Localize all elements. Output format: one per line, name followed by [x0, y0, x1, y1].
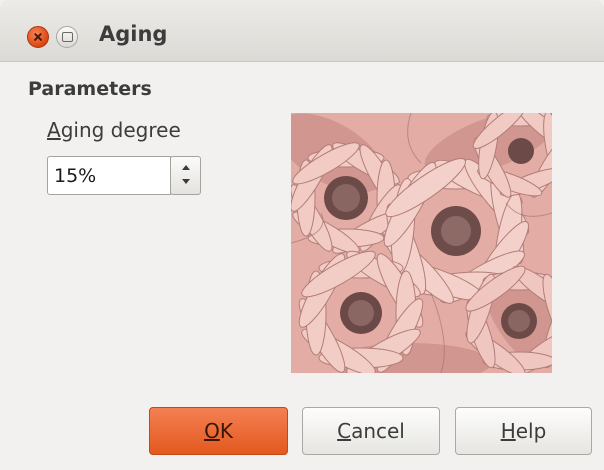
window-title: Aging [99, 22, 168, 46]
ok-mnemonic: O [204, 419, 220, 443]
maximize-window-icon[interactable] [56, 26, 78, 48]
aging-dialog: Aging Parameters Aging degree 15% O K C … [0, 0, 604, 470]
parameters-heading: Parameters [28, 78, 152, 100]
cancel-label: ancel [351, 419, 405, 443]
help-button[interactable]: Help [455, 407, 592, 455]
title-bar[interactable]: Aging [0, 0, 604, 62]
increment-arrow-icon[interactable] [171, 157, 200, 175]
aging-degree-spinbox[interactable] [47, 156, 201, 195]
aging-degree-label-text: ging degree [60, 118, 181, 142]
decrement-arrow-icon[interactable] [171, 175, 200, 193]
aging-degree-label-mnemonic: A [47, 118, 61, 142]
daisy-preview-graphic [291, 113, 552, 373]
help-label: elp [515, 419, 547, 443]
aging-degree-label: Aging degree [47, 118, 181, 142]
help-mnemonic: H [500, 419, 516, 443]
spin-buttons [170, 156, 201, 195]
ok-button[interactable]: OK [149, 407, 288, 455]
aging-degree-input[interactable] [47, 156, 171, 195]
cancel-button[interactable]: Cancel [302, 407, 440, 455]
ok-label: K [219, 419, 233, 443]
preview-image [291, 113, 552, 373]
close-window-icon[interactable] [27, 26, 49, 48]
cancel-mnemonic: C [337, 419, 352, 443]
